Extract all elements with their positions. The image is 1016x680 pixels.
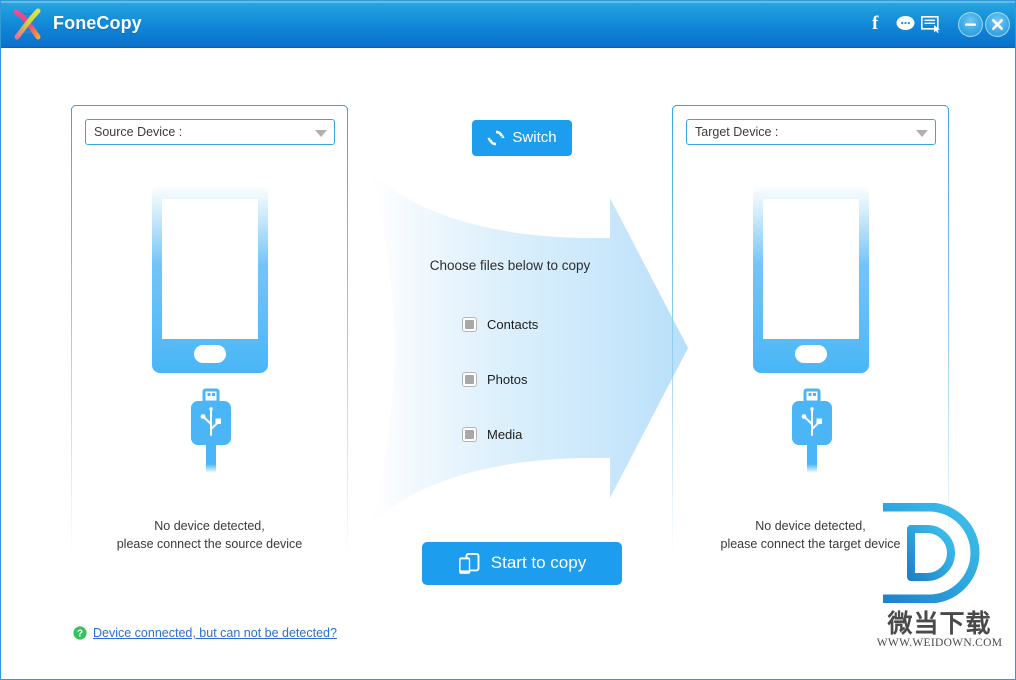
source-device-panel: Source Device : No device detected, plea… xyxy=(71,105,348,570)
file-option-media-label: Media xyxy=(487,426,523,442)
smartphone-icon xyxy=(152,185,268,473)
target-status-line-2: please connect the target device xyxy=(720,537,901,551)
switch-button-label: Switch xyxy=(512,128,557,146)
dna-helix-logo-icon xyxy=(13,8,41,40)
question-mark-circle-icon: ? xyxy=(73,626,87,640)
device-not-detected-link[interactable]: ? Device connected, but can not be detec… xyxy=(73,626,337,640)
center-column: Switch Choose files below to copy Contac… xyxy=(348,48,688,679)
title-bar: FoneCopy f xyxy=(1,1,1015,48)
checkbox-media[interactable] xyxy=(462,426,477,442)
app-title: FoneCopy xyxy=(53,13,142,33)
chevron-down-icon xyxy=(315,130,327,137)
target-device-select[interactable]: Target Device : xyxy=(686,119,936,145)
switch-button[interactable]: Switch xyxy=(472,120,572,156)
source-status-line-2: please connect the source device xyxy=(116,537,303,551)
two-devices-icon xyxy=(458,552,480,574)
file-option-contacts[interactable]: Contacts xyxy=(462,313,652,335)
svg-text:?: ? xyxy=(77,629,83,640)
minimize-button[interactable] xyxy=(958,12,983,37)
right-arrow-graphic xyxy=(370,172,688,524)
close-button[interactable] xyxy=(985,12,1010,37)
file-option-contacts-label: Contacts xyxy=(487,316,539,332)
application-window: FoneCopy f Source Device: No device det… xyxy=(0,0,1016,680)
feedback-form-icon[interactable] xyxy=(921,16,941,33)
target-status-line-1: No device detected, xyxy=(755,519,866,533)
checkbox-contacts[interactable] xyxy=(462,316,477,332)
watermark-url-text: WWW.WEIDOWN.COM xyxy=(876,637,1003,649)
target-device-panel: Target Device : No device detected, plea… xyxy=(672,105,949,570)
file-option-photos[interactable]: Photos xyxy=(462,368,652,390)
facebook-icon[interactable]: f xyxy=(872,14,878,33)
watermark-chinese-text: 微当下载 xyxy=(887,609,992,638)
smartphone-icon xyxy=(753,185,869,473)
target-device-select-label: Target Device : xyxy=(695,125,779,139)
refresh-sync-icon xyxy=(487,130,506,146)
start-to-copy-button[interactable]: Start to copy xyxy=(422,542,622,585)
start-to-copy-label: Start to copy xyxy=(490,553,587,572)
checkbox-photos[interactable] xyxy=(462,371,477,387)
target-status: No device detected, please connect the t… xyxy=(672,517,949,553)
main-content: Source Device : No device detected, plea… xyxy=(1,48,1015,679)
file-option-photos-label: Photos xyxy=(487,371,528,387)
source-device-select[interactable]: Source Device : xyxy=(85,119,335,145)
chevron-down-icon xyxy=(916,130,928,137)
source-status-line-1: No device detected, xyxy=(154,519,265,533)
device-not-detected-link-label: Device connected, but can not be detecte… xyxy=(93,626,337,640)
source-status: No device detected, please connect the s… xyxy=(71,517,348,553)
source-device-select-label: Source Device : xyxy=(94,125,183,139)
file-option-media[interactable]: Media xyxy=(462,423,652,445)
choose-files-text: Choose files below to copy xyxy=(429,258,591,273)
chat-bubble-icon[interactable] xyxy=(896,15,915,33)
